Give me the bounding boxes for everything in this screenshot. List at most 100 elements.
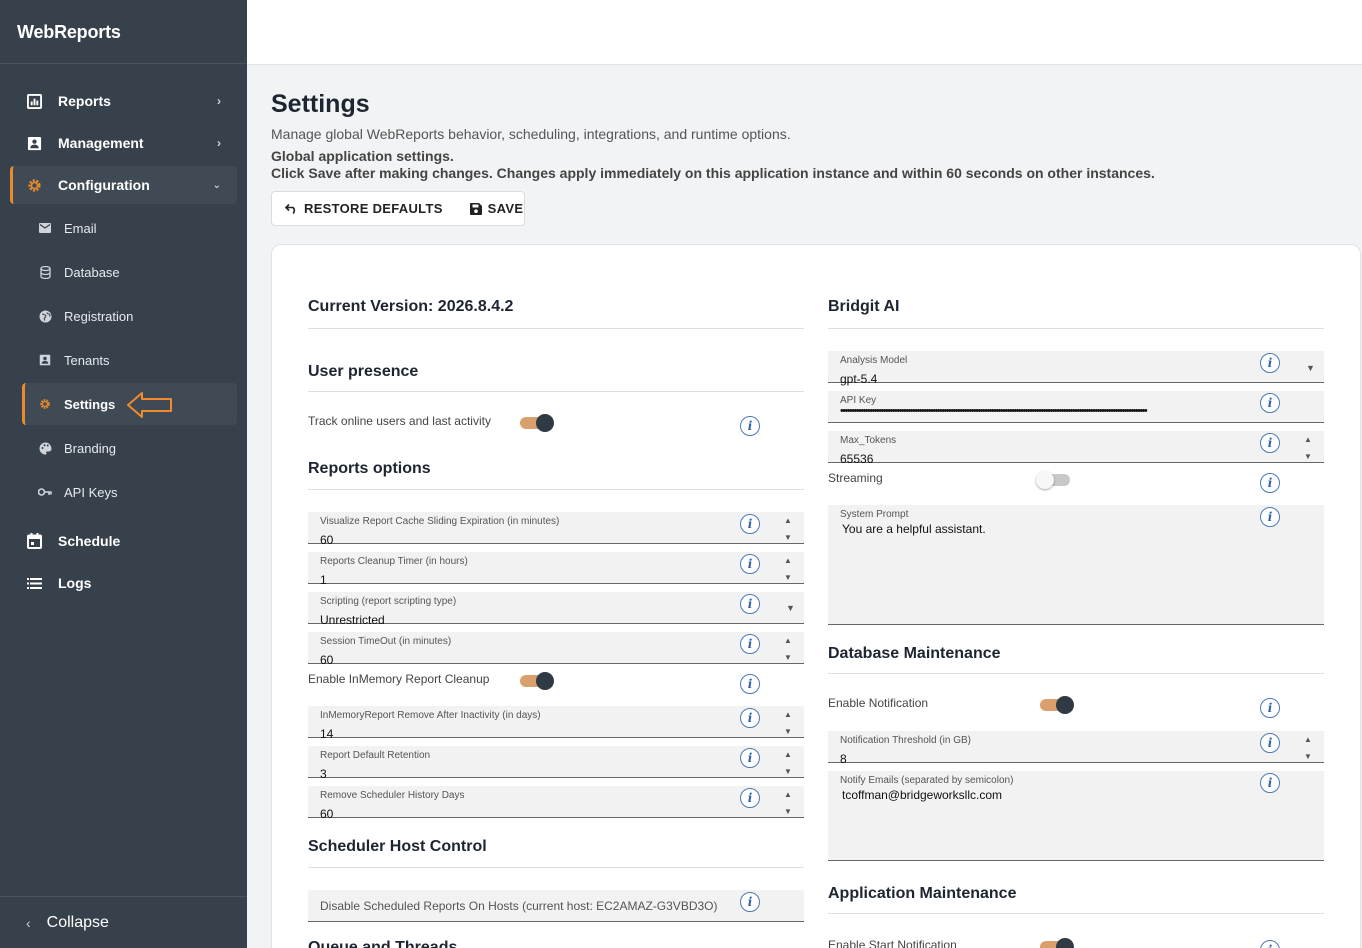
number-stepper[interactable]: ▲ ▼ — [782, 750, 794, 776]
info-icon[interactable]: i — [1260, 433, 1280, 453]
info-icon[interactable]: i — [740, 892, 760, 912]
info-icon[interactable]: i — [740, 416, 760, 436]
inactivity-days-field[interactable]: InMemoryReport Remove After Inactivity (… — [308, 706, 804, 741]
dropdown-arrow-icon[interactable]: ▼ — [1306, 363, 1315, 373]
number-stepper[interactable]: ▲ ▼ — [1302, 435, 1314, 461]
field-label: Notification Threshold (in GB) — [840, 735, 971, 746]
number-stepper[interactable]: ▲ ▼ — [1302, 735, 1314, 761]
sidebar-subitem-api-keys[interactable]: API Keys — [22, 471, 237, 513]
page-note-text: Click Save after making changes. Changes… — [271, 165, 1155, 181]
sidebar-item-reports[interactable]: Reports › — [10, 82, 237, 120]
info-icon[interactable]: i — [1260, 353, 1280, 373]
sidebar-item-management[interactable]: Management › — [10, 124, 237, 162]
field-value: 1 — [320, 573, 327, 587]
info-icon[interactable]: i — [740, 708, 760, 728]
sidebar-item-label: Database — [64, 264, 120, 280]
restore-defaults-button[interactable]: RESTORE DEFAULTS — [285, 201, 443, 216]
start-notification-toggle[interactable] — [1038, 938, 1074, 948]
number-stepper[interactable]: ▲ ▼ — [782, 516, 794, 542]
section-title-reports-options: Reports options — [308, 460, 431, 477]
number-stepper[interactable]: ▲ ▼ — [782, 636, 794, 662]
session-timeout-field[interactable]: Session TimeOut (in minutes) 60 — [308, 632, 804, 667]
sidebar-subitem-branding[interactable]: Branding — [22, 427, 237, 469]
analysis-model-select[interactable]: Analysis Model gpt-5.4 — [828, 351, 1324, 386]
app-title: WebReports — [0, 0, 247, 64]
gear-icon — [38, 397, 52, 411]
info-icon[interactable]: i — [740, 748, 760, 768]
sidebar-subitem-tenants[interactable]: Tenants — [22, 339, 237, 381]
sidebar-item-schedule[interactable]: Schedule — [10, 522, 237, 560]
field-value: 8 — [840, 752, 847, 766]
field-label: Remove Scheduler History Days — [320, 790, 465, 801]
section-title-bridgit-ai: Bridgit AI — [828, 298, 900, 315]
inmemory-cleanup-toggle[interactable] — [518, 672, 554, 690]
restore-defaults-label: RESTORE DEFAULTS — [304, 201, 443, 216]
disable-scheduled-hosts-field[interactable]: Disable Scheduled Reports On Hosts (curr… — [308, 890, 804, 922]
sidebar-item-label: Configuration — [58, 177, 150, 193]
info-icon[interactable]: i — [1260, 773, 1280, 793]
id-card-icon — [38, 353, 52, 367]
sidebar-item-logs[interactable]: Logs — [10, 564, 237, 602]
info-icon[interactable]: i — [1260, 473, 1280, 493]
info-icon[interactable]: i — [740, 554, 760, 574]
scheduler-history-field[interactable]: Remove Scheduler History Days 60 — [308, 786, 804, 821]
track-users-label: Track online users and last activity — [308, 414, 491, 428]
notify-emails-textarea[interactable]: Notify Emails (separated by semicolon) t… — [828, 771, 1324, 861]
divider — [308, 391, 804, 392]
undo-icon — [285, 203, 298, 214]
number-stepper[interactable]: ▲ ▼ — [782, 710, 794, 736]
field-value: You are a helpful assistant. — [842, 522, 986, 536]
start-notification-label: Enable Start Notification — [828, 938, 957, 948]
scripting-select[interactable]: Scripting (report scripting type) Unrest… — [308, 592, 804, 627]
info-icon[interactable]: i — [1260, 733, 1280, 753]
field-label: Max_Tokens — [840, 435, 897, 446]
max-tokens-field[interactable]: Max_Tokens 65536 — [828, 431, 1324, 466]
info-icon[interactable]: i — [740, 674, 760, 694]
field-value: 14 — [320, 727, 334, 741]
section-title-database-maintenance: Database Maintenance — [828, 645, 1001, 662]
info-icon[interactable]: i — [1260, 393, 1280, 413]
field-label: Scripting (report scripting type) — [320, 596, 457, 607]
info-icon[interactable]: i — [740, 788, 760, 808]
sidebar-item-label: Settings — [64, 396, 116, 412]
info-icon[interactable]: i — [1260, 698, 1280, 718]
field-label: Report Default Retention — [320, 750, 431, 761]
chevron-left-icon: ‹ — [26, 914, 31, 931]
streaming-toggle[interactable] — [1036, 471, 1072, 489]
info-icon[interactable]: i — [1260, 507, 1280, 527]
sidebar-item-label: Logs — [58, 575, 92, 591]
field-value: 60 — [320, 533, 334, 547]
field-label: Reports Cleanup Timer (in hours) — [320, 556, 468, 567]
chevron-down-icon: ⌄ — [212, 179, 221, 191]
enable-notification-toggle[interactable] — [1038, 696, 1074, 714]
default-retention-field[interactable]: Report Default Retention 3 — [308, 746, 804, 781]
field-value: 65536 — [840, 452, 874, 466]
divider — [828, 673, 1324, 674]
field-label: InMemoryReport Remove After Inactivity (… — [320, 710, 541, 721]
sidebar-subitem-email[interactable]: Email — [22, 207, 237, 249]
notification-threshold-field[interactable]: Notification Threshold (in GB) 8 — [828, 731, 1324, 766]
cleanup-timer-field[interactable]: Reports Cleanup Timer (in hours) 1 — [308, 552, 804, 587]
info-icon[interactable]: i — [740, 514, 760, 534]
id-card-icon — [26, 135, 42, 151]
sidebar-subitem-registration[interactable]: Registration — [22, 295, 237, 337]
section-title-application-maintenance: Application Maintenance — [828, 885, 1017, 902]
track-users-toggle[interactable] — [518, 414, 554, 432]
info-icon[interactable]: i — [740, 594, 760, 614]
page-title: Settings — [271, 90, 370, 118]
collapse-button[interactable]: ‹ Collapse — [0, 896, 247, 948]
number-stepper[interactable]: ▲ ▼ — [782, 556, 794, 582]
cache-expiration-field[interactable]: Visualize Report Cache Sliding Expiratio… — [308, 512, 804, 547]
info-icon[interactable]: i — [740, 634, 760, 654]
divider — [828, 913, 1324, 914]
system-prompt-textarea[interactable]: System Prompt You are a helpful assistan… — [828, 505, 1324, 625]
palette-icon — [38, 441, 52, 455]
dropdown-arrow-icon[interactable]: ▼ — [786, 603, 795, 613]
save-button[interactable]: SAVE — [469, 201, 524, 216]
sidebar-item-label: Email — [64, 220, 97, 236]
gear-icon — [26, 177, 42, 193]
sidebar-item-configuration[interactable]: Configuration ⌄ — [10, 166, 237, 204]
number-stepper[interactable]: ▲ ▼ — [782, 790, 794, 816]
sidebar-subitem-database[interactable]: Database — [22, 251, 237, 293]
api-key-field[interactable]: API Key ••••••••••••••••••••••••••••••••… — [828, 391, 1324, 423]
